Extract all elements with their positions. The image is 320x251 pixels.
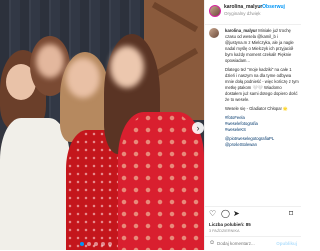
comment-icon[interactable]: ◯ <box>221 210 230 218</box>
carousel-dot <box>94 242 98 246</box>
publish-button[interactable]: Opublikuj <box>276 241 297 246</box>
likes-count[interactable]: Liczba polubień: 85 <box>209 222 251 227</box>
post-actions: ♡ ◯ ➤ ⌑ <box>205 206 301 219</box>
person-2-face-blurred <box>36 44 64 78</box>
mention-list: @piotrweselegotografiaPL @prośeStolewan <box>225 136 299 148</box>
mention-link[interactable]: @prośeStolewan <box>225 142 299 148</box>
carousel-indicator <box>80 242 112 246</box>
carousel-dot <box>108 242 112 246</box>
caption-body: karolina_malyur Miniałe już trochę czasu… <box>225 28 299 151</box>
hashtag-link[interactable]: #weseleKS <box>225 127 299 133</box>
emoji-icon[interactable]: ☺ <box>209 240 215 246</box>
follow-label: Obserwuj <box>262 4 285 10</box>
comment-bar: ☺ Opublikuj <box>205 236 301 251</box>
chevron-right-icon: › <box>196 123 200 133</box>
follow-button[interactable]: • Obserwuj <box>259 4 285 10</box>
separator: • <box>259 4 261 10</box>
hashtag-list: #fotoFeela #weselefotografia #weseleKS <box>225 115 299 133</box>
caption-avatar[interactable] <box>209 28 219 38</box>
person-1-white-dress <box>0 118 70 250</box>
instagram-post: › karolina_malyur • Obserwuj Oryginalny … <box>0 0 301 250</box>
person-4-dress-pattern <box>118 112 204 250</box>
post-photo[interactable]: › <box>0 0 204 250</box>
post-header: karolina_malyur • Obserwuj Oryginalny dź… <box>205 0 301 25</box>
caption-paragraph-3: Wesele się - Gladiator Chłopa! 🌟 <box>225 106 289 111</box>
share-icon[interactable]: ➤ <box>233 210 240 218</box>
comment-input[interactable] <box>217 240 277 247</box>
caption-text: Miniałe już trochę czasu od wesela @kami… <box>225 28 294 63</box>
carousel-dot <box>101 242 105 246</box>
caption-paragraph-2: Dlatego też "moje kadziki" na całe 1 dzi… <box>225 67 299 102</box>
post-date: 3 PAŹDZIERNIKA <box>209 229 240 233</box>
post-side-panel: karolina_malyur • Obserwuj Oryginalny dź… <box>204 0 301 250</box>
carousel-next-button[interactable]: › <box>192 122 204 134</box>
header-username[interactable]: karolina_malyur <box>224 4 262 10</box>
caption-username[interactable]: karolina_malyur <box>225 28 257 33</box>
person-4-face-blurred <box>110 46 144 88</box>
bookmark-icon[interactable]: ⌑ <box>289 210 293 218</box>
avatar[interactable] <box>209 5 221 17</box>
caption-paragraph-1: karolina_malyur Miniałe już trochę czasu… <box>225 28 299 64</box>
carousel-dot <box>87 242 91 246</box>
audio-subtitle[interactable]: Oryginalny dźwięk <box>224 11 261 16</box>
person-3-face-blurred <box>66 58 100 98</box>
carousel-dot-active <box>80 242 84 246</box>
heart-icon[interactable]: ♡ <box>209 210 216 218</box>
